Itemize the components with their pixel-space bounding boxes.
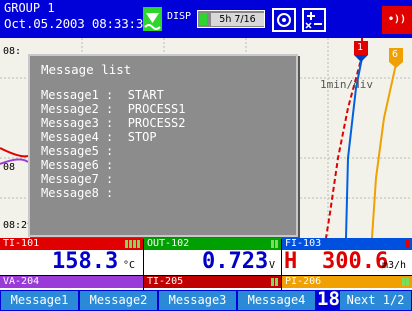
disp-label: DISP [167, 11, 192, 22]
message-item[interactable]: Message3 : PROCESS2 [41, 116, 186, 130]
marker-6: 6 [392, 49, 399, 60]
trend-line-orange [371, 63, 397, 238]
message-list-title: Message list [41, 62, 132, 77]
date-time: Oct.05.2003 08:33:30 [4, 16, 151, 31]
time-label-top: 08: [3, 46, 22, 57]
message-item[interactable]: Message1 : START [41, 88, 164, 102]
softkey-bar: Message1 Message2 Message3 Message4 18 N… [0, 288, 412, 311]
marker-1: 1 [357, 42, 364, 53]
message-item[interactable]: Message5 : [41, 144, 113, 158]
channel-panel-out-102[interactable]: OUT-102 0.723 V [144, 238, 281, 275]
softkey-message2[interactable]: Message2 [80, 291, 157, 310]
channel-level-bars [402, 278, 409, 286]
plus-minus-icon[interactable] [302, 8, 326, 32]
channel-level-bars [406, 240, 409, 248]
channel-panel-ti-101[interactable]: TI-101 158.3 °C [0, 238, 143, 275]
channel-level-bars [125, 240, 140, 248]
display-rate-box[interactable]: 5h 7/16 [197, 10, 265, 28]
softkey-next[interactable]: Next 1/2 [340, 291, 411, 310]
channel-panel-va-204[interactable]: VA-204 [0, 276, 143, 290]
alarm-icon: •)) [382, 6, 412, 34]
softkey-message1[interactable]: Message1 [1, 291, 78, 310]
channel-panel-ti-205[interactable]: TI-205 [144, 276, 281, 290]
time-scale-label: 1min/div [320, 78, 373, 91]
channel-unit: V [269, 260, 276, 271]
display-indicator [199, 13, 207, 25]
group-name[interactable]: GROUP 1 [4, 2, 55, 15]
message-item[interactable]: Message4 : STOP [41, 130, 157, 144]
channel-level-bars [271, 240, 278, 248]
channel-level-bars [271, 278, 278, 286]
channel-value: 0.723 [202, 249, 269, 274]
channel-alarm-flag: H [284, 249, 298, 274]
recorder-status-icon [143, 7, 162, 31]
message-list-dialog[interactable]: Message list Message1 : START Message2 :… [28, 54, 298, 237]
channel-tag: TI-205 [144, 276, 281, 288]
softkey-message4[interactable]: Message4 [238, 291, 315, 310]
softkey-overflow-value: 18 [317, 288, 340, 310]
channel-unit: m3/h [382, 260, 407, 271]
channel-value: 158.3 [52, 249, 119, 274]
trend-line-red [325, 38, 363, 238]
channel-unit: °C [123, 260, 136, 271]
channel-tag: VA-204 [0, 276, 143, 288]
display-rate-value: 5h 7/16 [211, 13, 264, 26]
channel-panel-pi-206[interactable]: PI-206 [282, 276, 412, 290]
status-bar: GROUP 1 Oct.05.2003 08:33:30 DISP 5h 7/1… [0, 0, 412, 38]
message-item[interactable]: Message2 : PROCESS1 [41, 102, 186, 116]
time-label-mid: 08 [3, 162, 16, 173]
softkey-message3[interactable]: Message3 [159, 291, 236, 310]
message-item[interactable]: Message8 : [41, 186, 113, 200]
target-icon[interactable] [272, 8, 296, 32]
channel-panel-fi-103[interactable]: FI-103 H 300.6 m3/h [282, 238, 412, 275]
message-item[interactable]: Message7 : [41, 172, 113, 186]
channel-value: 300.6 [322, 249, 389, 274]
message-item[interactable]: Message6 : [41, 158, 113, 172]
channel-tag: PI-206 [282, 276, 412, 288]
